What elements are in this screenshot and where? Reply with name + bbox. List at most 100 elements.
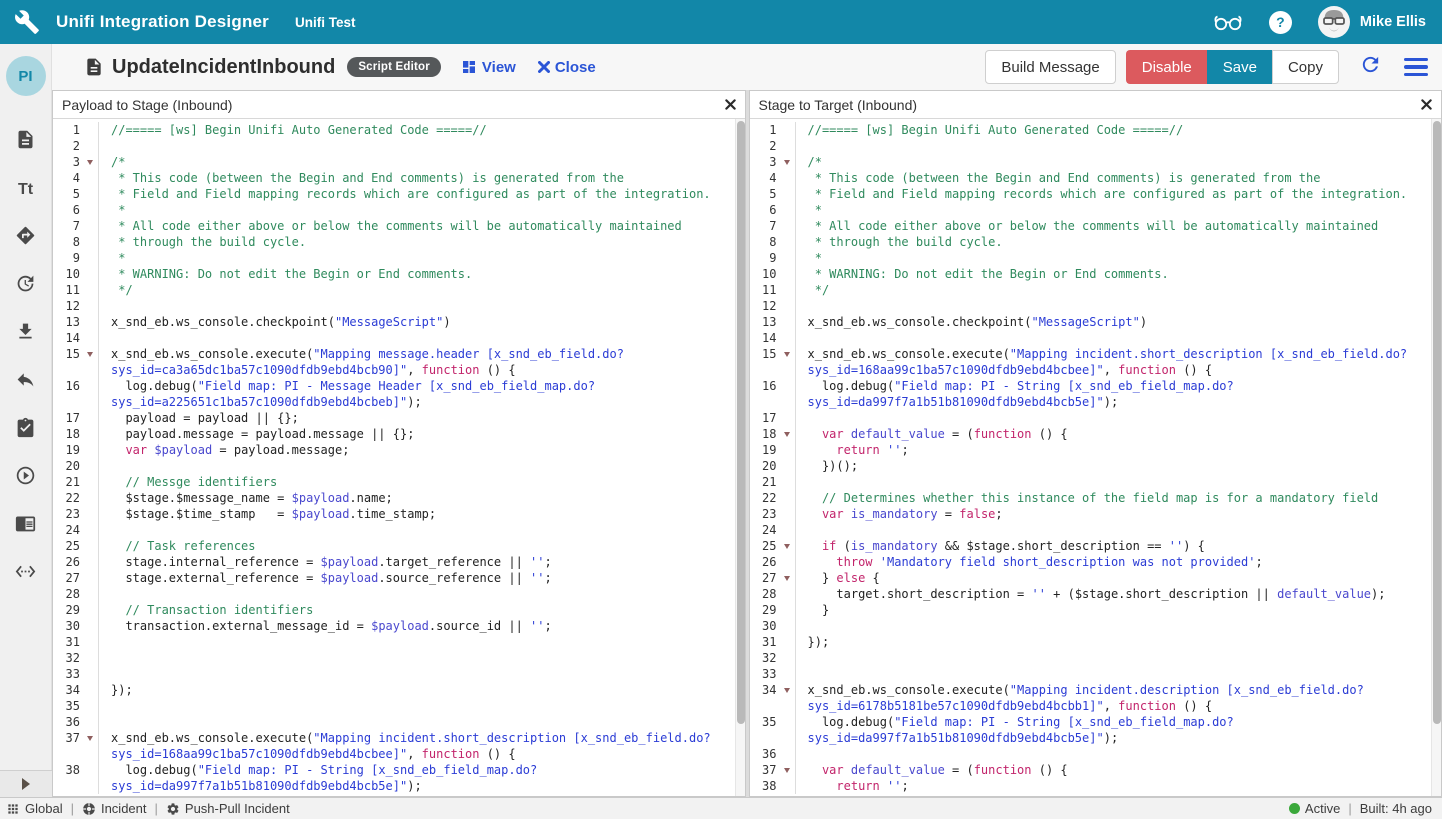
code-text: sys_id=da997f7a1b51b81090dfdb9ebd4bcb5e]… xyxy=(98,778,745,794)
code-text: sys_id=168aa99c1ba57c1090dfdb9ebd4bcbee]… xyxy=(98,746,745,762)
code-text: // Determines whether this instance of t… xyxy=(795,490,1442,506)
fold-gutter xyxy=(83,170,98,186)
code-text: * WARNING: Do not edit the Begin or End … xyxy=(98,266,745,282)
code-text: * All code either above or below the com… xyxy=(795,218,1442,234)
line-number: 3 xyxy=(53,154,83,170)
fold-marker-icon[interactable] xyxy=(784,352,790,357)
line-number: 1 xyxy=(750,122,780,138)
fold-marker-icon[interactable] xyxy=(784,544,790,549)
fold-marker-icon[interactable] xyxy=(784,576,790,581)
line-number: 22 xyxy=(750,490,780,506)
code-editor[interactable]: 1//===== [ws] Begin Unifi Auto Generated… xyxy=(53,119,745,796)
code-line: 33 xyxy=(750,666,1442,682)
code-text xyxy=(98,698,745,714)
line-number: 10 xyxy=(750,266,780,282)
help-icon[interactable]: ? xyxy=(1269,11,1292,34)
line-number: 29 xyxy=(750,602,780,618)
wrench-logo-icon[interactable] xyxy=(14,9,40,35)
sidebar-expand-button[interactable] xyxy=(0,770,52,797)
line-number: 28 xyxy=(53,586,83,602)
code-line: 25 if (is_mandatory && $stage.short_desc… xyxy=(750,538,1442,554)
fold-marker-icon[interactable] xyxy=(87,160,93,165)
refresh-button[interactable] xyxy=(1359,53,1382,81)
code-text: */ xyxy=(795,282,1442,298)
sidebar-item-tasks[interactable] xyxy=(2,406,50,454)
code-line: 36 xyxy=(750,746,1442,762)
line-number: 21 xyxy=(750,474,780,490)
sidebar-item-text-format[interactable]: Tt xyxy=(2,166,50,214)
sidebar-item-documentation[interactable] xyxy=(2,502,50,550)
code-line: 21 xyxy=(750,474,1442,490)
panel-close-icon[interactable] xyxy=(1421,99,1432,110)
close-x-icon xyxy=(538,61,550,73)
sidebar-item-code[interactable] xyxy=(2,550,50,598)
fold-marker-icon[interactable] xyxy=(784,160,790,165)
code-line: 5 * Field and Field mapping records whic… xyxy=(750,186,1442,202)
view-button[interactable]: View xyxy=(461,59,516,76)
fold-gutter xyxy=(83,666,98,682)
close-button[interactable]: Close xyxy=(538,59,596,76)
code-text xyxy=(795,298,1442,314)
code-line: 2 xyxy=(750,138,1442,154)
code-line: 11 */ xyxy=(750,282,1442,298)
user-name[interactable]: Mike Ellis xyxy=(1360,14,1426,30)
sidebar-item-undo[interactable] xyxy=(2,358,50,406)
build-message-button[interactable]: Build Message xyxy=(985,50,1115,84)
sidebar-item-history[interactable] xyxy=(2,262,50,310)
scrollbar[interactable] xyxy=(735,119,745,796)
panel-close-icon[interactable] xyxy=(725,99,736,110)
fold-marker-icon[interactable] xyxy=(784,768,790,773)
line-number: 37 xyxy=(53,730,83,746)
code-text: return ''; xyxy=(795,442,1442,458)
fold-marker-icon[interactable] xyxy=(87,736,93,741)
line-number: 17 xyxy=(53,410,83,426)
sidebar-item-directions[interactable] xyxy=(2,214,50,262)
preview-glasses-icon[interactable] xyxy=(1213,12,1243,32)
grid-view-icon xyxy=(461,59,477,75)
fold-gutter xyxy=(780,426,795,442)
disable-button[interactable]: Disable xyxy=(1126,50,1207,84)
line-number: 14 xyxy=(53,330,83,346)
fold-gutter xyxy=(83,266,98,282)
copy-button[interactable]: Copy xyxy=(1272,50,1339,84)
fold-marker-icon[interactable] xyxy=(784,432,790,437)
sidebar-item-download[interactable] xyxy=(2,310,50,358)
fold-marker-icon[interactable] xyxy=(784,688,790,693)
menu-button[interactable] xyxy=(1404,58,1428,77)
line-number: 27 xyxy=(750,570,780,586)
process-item[interactable]: Incident xyxy=(82,801,147,816)
line-number: 37 xyxy=(750,762,780,778)
user-avatar[interactable] xyxy=(1318,6,1350,38)
line-number: 1 xyxy=(53,122,83,138)
code-editor[interactable]: 1//===== [ws] Begin Unifi Auto Generated… xyxy=(750,119,1442,796)
line-number: 21 xyxy=(53,474,83,490)
line-number xyxy=(53,778,83,794)
code-text xyxy=(795,522,1442,538)
fold-marker-icon[interactable] xyxy=(87,352,93,357)
fold-gutter xyxy=(83,138,98,154)
code-line: 6 * xyxy=(750,202,1442,218)
code-text: var $payload = payload.message; xyxy=(98,442,745,458)
line-number: 3 xyxy=(750,154,780,170)
code-line: 1//===== [ws] Begin Unifi Auto Generated… xyxy=(750,122,1442,138)
fold-gutter xyxy=(780,650,795,666)
scrollbar[interactable] xyxy=(1431,119,1441,796)
integration-avatar[interactable]: PI xyxy=(6,56,46,96)
sidebar-item-run[interactable] xyxy=(2,454,50,502)
scrollbar-thumb[interactable] xyxy=(737,121,745,724)
scope-item[interactable]: Global xyxy=(6,801,63,816)
code-text xyxy=(98,666,745,682)
code-line: 10 * WARNING: Do not edit the Begin or E… xyxy=(53,266,745,282)
fold-gutter xyxy=(780,410,795,426)
code-line: 12 xyxy=(53,298,745,314)
sidebar-item-document[interactable] xyxy=(2,118,50,166)
fold-gutter xyxy=(780,618,795,634)
panel-header: Payload to Stage (Inbound) xyxy=(53,91,745,119)
save-button[interactable]: Save xyxy=(1207,50,1272,84)
integration-item[interactable]: Push-Pull Incident xyxy=(166,801,290,816)
code-text: transaction.external_message_id = $paylo… xyxy=(98,618,745,634)
line-number: 32 xyxy=(750,650,780,666)
line-number: 25 xyxy=(53,538,83,554)
fold-gutter xyxy=(780,506,795,522)
scrollbar-thumb[interactable] xyxy=(1433,121,1441,724)
